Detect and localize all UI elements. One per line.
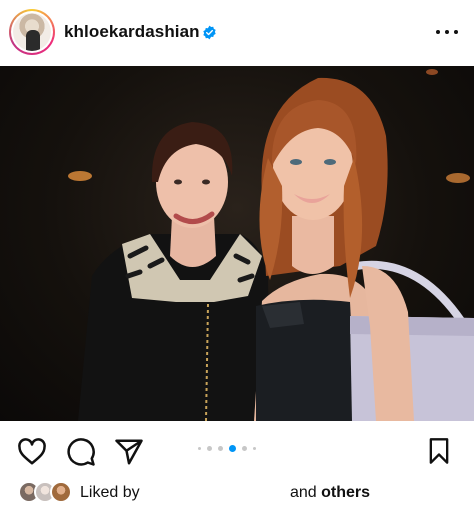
carousel-indicator (198, 445, 256, 452)
post-photo[interactable] (0, 66, 474, 421)
carousel-dot (242, 446, 247, 451)
heart-icon[interactable] (17, 438, 47, 466)
post-username[interactable]: khloekardashian (64, 22, 200, 42)
others-text[interactable]: others (321, 484, 370, 501)
carousel-dot (218, 446, 223, 451)
post-actions (0, 428, 474, 476)
verified-badge-icon (203, 25, 216, 40)
profile-avatar[interactable] (9, 9, 55, 55)
likes-row (0, 478, 474, 506)
more-options-icon[interactable] (436, 28, 458, 36)
carousel-dot (253, 447, 256, 450)
carousel-dot-active (229, 445, 236, 452)
bookmark-icon[interactable] (426, 437, 452, 465)
carousel-dot (207, 446, 212, 451)
photo-illustration (68, 69, 474, 421)
carousel-dot (198, 447, 201, 450)
liked-by-text: Liked by (80, 484, 140, 501)
post-header: khloekardashian (0, 0, 474, 66)
others-link[interactable]: and others (290, 484, 370, 502)
liker-avatar[interactable] (50, 481, 72, 503)
comment-icon[interactable] (66, 437, 96, 467)
and-text: and (290, 484, 317, 501)
send-icon[interactable] (114, 437, 144, 467)
avatar-image (13, 13, 51, 51)
